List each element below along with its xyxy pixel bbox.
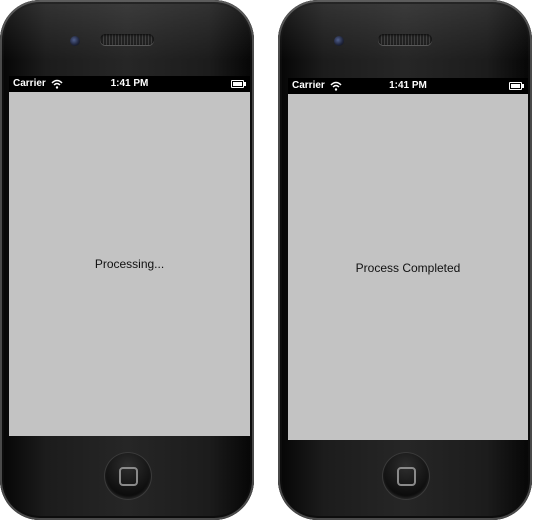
status-bar: Carrier 1:41 PM — [9, 76, 250, 92]
status-message: Process Completed — [355, 261, 461, 275]
background-window-edge — [538, 0, 550, 499]
app-view: Processing... — [9, 92, 250, 436]
battery-icon — [231, 80, 246, 88]
battery-icon — [509, 82, 524, 90]
iphone-simulator-processing: Carrier 1:41 PM Processing... — [0, 0, 254, 520]
status-message: Processing... — [94, 257, 165, 271]
home-button[interactable] — [382, 452, 430, 500]
home-button-icon — [119, 467, 138, 486]
speaker-grille — [378, 34, 432, 45]
speaker-grille — [100, 34, 154, 45]
status-time: 1:41 PM — [389, 80, 427, 91]
iphone-simulator-completed: Carrier 1:41 PM Process Completed — [278, 0, 532, 520]
home-button[interactable] — [104, 452, 152, 500]
phone-screen: Carrier 1:41 PM Processing... — [9, 76, 250, 436]
status-bar: Carrier 1:41 PM — [288, 78, 528, 94]
camera-icon — [70, 36, 80, 46]
status-time: 1:41 PM — [110, 78, 149, 89]
camera-icon — [334, 36, 344, 46]
home-button-icon — [397, 467, 416, 486]
phone-screen: Carrier 1:41 PM Process Completed — [288, 78, 528, 440]
app-view: Process Completed — [288, 94, 528, 440]
